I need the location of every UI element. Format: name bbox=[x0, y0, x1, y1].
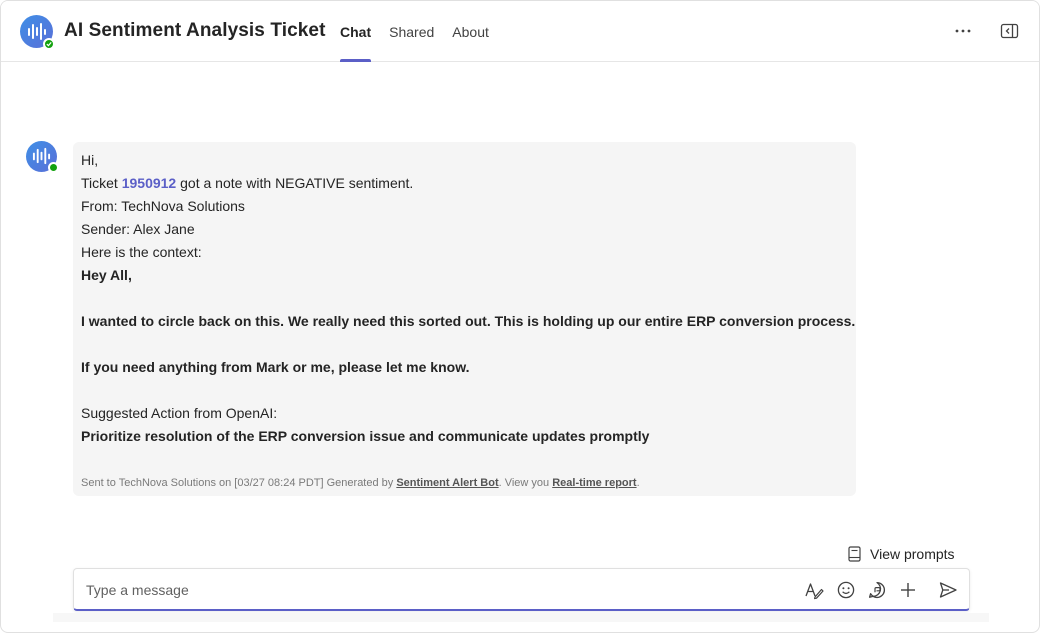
ticket-link[interactable]: 1950912 bbox=[122, 175, 177, 191]
message-input[interactable] bbox=[86, 579, 786, 601]
message-greeting: Hi, bbox=[81, 152, 99, 168]
ticket-line: Ticket 1950912 got a note with NEGATIVE … bbox=[81, 172, 848, 195]
chat-header: AI Sentiment Analysis Ticket Chat Shared… bbox=[1, 1, 1039, 62]
suggested-action: Prioritize resolution of the ERP convers… bbox=[81, 428, 650, 444]
bot-avatar[interactable] bbox=[26, 141, 62, 175]
compose-shadow-band bbox=[53, 613, 989, 622]
view-prompts-button[interactable]: View prompts bbox=[848, 545, 955, 563]
message-footer: Sent to TechNova Solutions on [03/27 08:… bbox=[81, 472, 640, 495]
loop-icon[interactable] bbox=[867, 580, 887, 600]
sender-line: Sender: Alex Jane bbox=[81, 221, 195, 237]
footer-prefix: Sent to TechNova Solutions on [03/27 08:… bbox=[81, 477, 397, 489]
suggested-action-label: Suggested Action from OpenAI: bbox=[81, 405, 278, 421]
context-body: I wanted to circle back on this. We real… bbox=[81, 313, 856, 329]
prompts-book-icon bbox=[848, 546, 861, 562]
view-prompts-label: View prompts bbox=[870, 546, 955, 562]
tab-chat[interactable]: Chat bbox=[340, 1, 372, 62]
realtime-report-link[interactable]: Real-time report bbox=[552, 477, 636, 489]
presence-available-icon bbox=[43, 38, 55, 50]
send-icon[interactable] bbox=[938, 580, 958, 600]
chat-title: AI Sentiment Analysis Ticket bbox=[64, 20, 326, 41]
context-label: Here is the context: bbox=[81, 244, 202, 260]
ticket-prefix: Ticket bbox=[81, 175, 122, 191]
more-options-icon[interactable] bbox=[951, 21, 975, 41]
compose-box bbox=[73, 568, 970, 611]
presence-available-icon bbox=[48, 162, 62, 175]
ticket-suffix: got a note with NEGATIVE sentiment. bbox=[176, 175, 414, 191]
attach-plus-icon[interactable] bbox=[898, 580, 918, 600]
emoji-icon[interactable] bbox=[836, 580, 856, 600]
footer-middle: . View you bbox=[498, 477, 553, 489]
open-side-panel-icon[interactable] bbox=[999, 21, 1021, 41]
from-line: From: TechNova Solutions bbox=[81, 198, 245, 214]
tab-about[interactable]: About bbox=[452, 1, 489, 62]
app-logo-icon bbox=[20, 15, 55, 50]
tab-shared[interactable]: Shared bbox=[389, 1, 434, 62]
app-window: AI Sentiment Analysis Ticket Chat Shared… bbox=[0, 0, 1040, 633]
context-greeting: Hey All, bbox=[81, 267, 132, 283]
sentiment-bot-link[interactable]: Sentiment Alert Bot bbox=[396, 477, 498, 489]
format-icon[interactable] bbox=[804, 580, 824, 600]
tab-bar: Chat Shared About bbox=[340, 1, 507, 62]
footer-end: . bbox=[636, 477, 640, 489]
context-closing: If you need anything from Mark or me, pl… bbox=[81, 359, 470, 375]
message-bubble: Hi, Ticket 1950912 got a note with NEGAT… bbox=[73, 142, 856, 496]
